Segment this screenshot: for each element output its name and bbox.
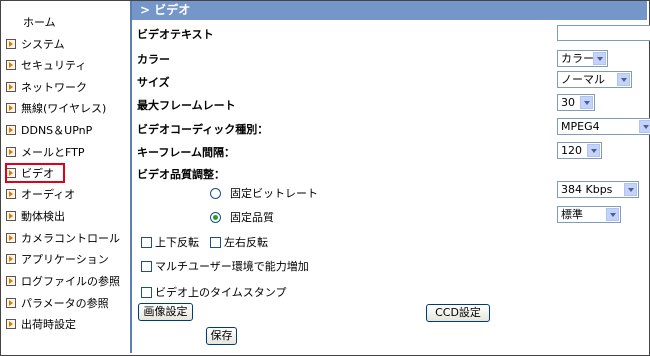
sidebar-item[interactable]: アプリケーション xyxy=(1,249,129,269)
sidebar-item-label: ホーム xyxy=(23,16,56,29)
sidebar-item-label: オーディオ xyxy=(21,188,76,201)
sidebar-item-label: パラメータの参照 xyxy=(21,297,109,310)
arrow-right-icon xyxy=(6,254,16,264)
sidebar-item-label: DDNS＆UPnP xyxy=(21,124,93,137)
chevron-down-icon xyxy=(617,73,630,86)
fixed-quality-radio[interactable] xyxy=(210,211,221,223)
sidebar-item-label: システム xyxy=(21,38,65,51)
arrow-right-icon xyxy=(6,319,16,329)
image-settings-button[interactable]: 画像設定 xyxy=(138,303,193,321)
sidebar-item[interactable]: 出荷時設定 xyxy=(1,314,129,334)
flip-label: 上下反転 xyxy=(155,236,199,249)
sidebar-item-label: メールとFTP xyxy=(21,146,85,159)
arrow-right-icon xyxy=(6,211,16,221)
sidebar-item[interactable]: システム xyxy=(1,34,129,54)
mirror-checkbox[interactable] xyxy=(210,236,221,248)
sidebar-item[interactable]: 動体検出 xyxy=(1,206,129,226)
sidebar-item[interactable]: ネットワーク xyxy=(1,77,129,97)
mirror-option[interactable]: 左右反転 xyxy=(210,234,268,250)
sidebar-item-label: 動体検出 xyxy=(21,210,65,223)
arrow-right-icon xyxy=(6,82,16,92)
codec-select[interactable]: MPEG4 xyxy=(557,118,650,135)
sidebar-item[interactable]: パラメータの参照 xyxy=(1,293,129,313)
quality-select[interactable]: 標準 xyxy=(557,206,621,223)
size-select-value: ノーマル xyxy=(561,73,605,86)
sidebar-item-label: 出荷時設定 xyxy=(21,318,76,331)
chevron-down-icon xyxy=(624,183,637,196)
timestamp-checkbox[interactable] xyxy=(141,286,152,298)
chevron-down-icon xyxy=(606,208,619,221)
sidebar-item-label: カメラコントロール xyxy=(21,232,120,245)
sidebar-item[interactable]: セキュリティ xyxy=(1,55,129,75)
fixed-bitrate-radio[interactable] xyxy=(210,187,221,199)
save-button[interactable]: 保存 xyxy=(206,327,237,345)
multi-user-checkbox[interactable] xyxy=(141,260,152,272)
mirror-label: 左右反転 xyxy=(224,236,268,249)
sidebar-item-label: 無線(ワイヤレス) xyxy=(21,102,107,115)
flip-checkbox[interactable] xyxy=(141,236,152,248)
color-label: カラー xyxy=(137,53,170,66)
arrow-right-icon xyxy=(6,60,16,70)
sidebar-item[interactable]: ログファイルの参照 xyxy=(1,271,129,291)
chevron-down-icon xyxy=(593,52,606,65)
sidebar-item[interactable]: 無線(ワイヤレス) xyxy=(1,98,129,118)
arrow-right-icon xyxy=(6,276,16,286)
arrow-right-icon xyxy=(6,125,16,135)
keyframe-label: キーフレーム間隔： xyxy=(137,146,236,159)
fixed-quality-label: 固定品質 xyxy=(230,211,274,224)
sidebar-item[interactable]: オーディオ xyxy=(1,184,129,204)
selected-item-highlight xyxy=(5,163,65,183)
codec-label: ビデオコーディック種別： xyxy=(137,123,269,136)
size-select[interactable]: ノーマル xyxy=(557,71,632,88)
chevron-down-icon xyxy=(580,96,593,109)
keyframe-select-value: 120 xyxy=(561,144,582,157)
timestamp-option[interactable]: ビデオ上のタイムスタンプ xyxy=(141,284,286,300)
video-text-label: ビデオテキスト xyxy=(137,28,214,41)
fixed-bitrate-label: 固定ビットレート xyxy=(230,187,318,200)
multi-user-option[interactable]: マルチユーザー環境で能力増加 xyxy=(141,258,309,274)
sidebar-item[interactable]: DDNS＆UPnP xyxy=(1,120,129,140)
quality-label: ビデオ品質調整： xyxy=(137,168,225,181)
arrow-right-icon xyxy=(6,189,16,199)
video-text-input[interactable] xyxy=(557,25,650,41)
quality-select-value: 標準 xyxy=(561,208,583,221)
color-select[interactable]: カラー xyxy=(557,50,608,67)
max-frame-rate-label: 最大フレームレート xyxy=(137,99,236,112)
keyframe-select[interactable]: 120 xyxy=(557,142,602,159)
flip-option[interactable]: 上下反転 xyxy=(141,234,199,250)
ccd-settings-button[interactable]: CCD設定 xyxy=(426,304,490,322)
bitrate-select[interactable]: 384 Kbps xyxy=(557,181,639,198)
sidebar: ホームシステムセキュリティ ネットワーク無線(ワイヤレス) DDNS＆UPnP メール… xyxy=(1,1,132,353)
chevron-down-icon xyxy=(587,144,600,157)
sidebar-item-label: アプリケーション xyxy=(21,253,109,266)
color-select-value: カラー xyxy=(561,52,594,65)
sidebar-item-label: セキュリティ xyxy=(21,59,87,72)
timestamp-label: ビデオ上のタイムスタンプ xyxy=(155,286,287,299)
max-frame-rate-select[interactable]: 30 xyxy=(557,94,595,111)
arrow-right-icon xyxy=(6,103,16,113)
codec-select-value: MPEG4 xyxy=(561,120,600,133)
sidebar-item[interactable]: メールとFTP xyxy=(1,142,129,162)
arrow-right-icon xyxy=(6,147,16,157)
sidebar-item-label: ログファイルの参照 xyxy=(21,275,120,288)
arrow-right-icon xyxy=(6,233,16,243)
chevron-down-icon xyxy=(639,120,650,133)
sidebar-item[interactable]: カメラコントロール xyxy=(1,228,129,248)
video-settings-form: ビデオテキスト カラー カラー サイズ ノーマル 最大フレームレート 30 ビデ… xyxy=(132,20,650,354)
multi-user-label: マルチユーザー環境で能力増加 xyxy=(155,260,309,273)
sidebar-item-label: ネットワーク xyxy=(21,81,87,94)
max-frame-rate-value: 30 xyxy=(561,96,575,109)
arrow-right-icon xyxy=(6,39,16,49)
page-header: > ビデオ xyxy=(132,1,647,20)
fixed-bitrate-option[interactable]: 固定ビットレート xyxy=(210,185,318,201)
size-label: サイズ xyxy=(137,76,170,89)
fixed-quality-option[interactable]: 固定品質 xyxy=(210,209,274,225)
arrow-right-icon xyxy=(6,298,16,308)
sidebar-item[interactable]: ホーム xyxy=(1,12,129,32)
bitrate-select-value: 384 Kbps xyxy=(561,183,613,196)
